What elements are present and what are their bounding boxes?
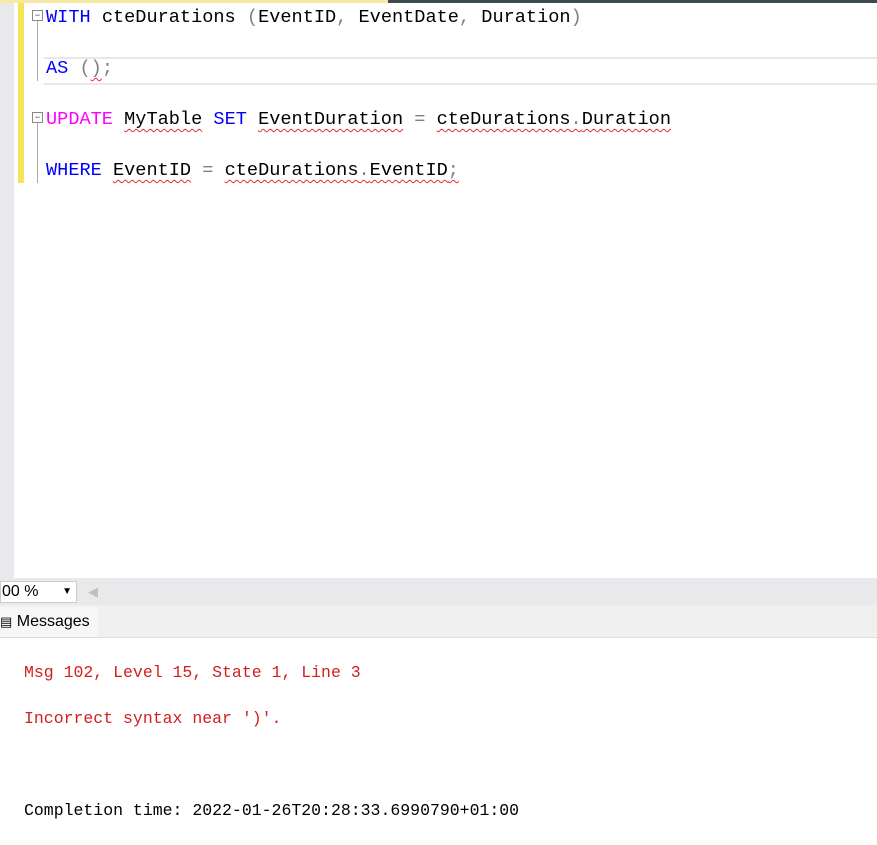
paren: ( (246, 7, 259, 28)
column: EventDuration (258, 109, 404, 130)
error-message: Incorrect syntax near ')'. (24, 709, 282, 728)
cte-ref: cteDurations (224, 160, 359, 181)
comma: , (458, 7, 471, 28)
messages-icon: ▤ (0, 614, 13, 629)
zoom-value: 00 % (2, 583, 39, 600)
dot: . (570, 109, 582, 130)
zoom-bar (0, 578, 877, 605)
keyword: SET (213, 109, 247, 130)
semicolon: ; (101, 58, 114, 79)
cte-ref: cteDurations (436, 109, 571, 130)
keyword: AS (46, 58, 69, 79)
editor-gutter (0, 3, 14, 578)
column: EventID (112, 160, 192, 181)
table-name: MyTable (124, 109, 203, 130)
collapse-icon[interactable]: − (32, 10, 43, 21)
current-line-highlight (44, 57, 877, 85)
column: Duration (581, 109, 671, 130)
cte-name: cteDurations (101, 7, 236, 28)
column: EventID (258, 7, 337, 28)
error-message: Msg 102, Level 15, State 1, Line 3 (24, 663, 361, 682)
code-line-3: UPDATE MyTable SET EventDuration = cteDu… (46, 108, 671, 132)
fold-guide (37, 123, 38, 183)
zoom-select[interactable]: 00 % ▼ (0, 581, 77, 603)
paren: ) (570, 7, 582, 28)
tab-label: Messages (16, 613, 90, 630)
column: EventDate (358, 7, 459, 28)
messages-pane: Msg 102, Level 15, State 1, Line 3 Incor… (24, 638, 519, 845)
error-paren: ) (90, 58, 102, 79)
column: EventID (369, 160, 448, 181)
completion-time: Completion time: 2022-01-26T20:28:33.699… (24, 801, 520, 820)
keyword: WHERE (46, 160, 102, 181)
code-line-1: WITH cteDurations (EventID, EventDate, D… (46, 6, 582, 30)
query-editor[interactable]: − − WITH cteDurations (EventID, EventDat… (24, 3, 877, 578)
keyword: WITH (46, 7, 91, 28)
fold-guide (37, 21, 38, 81)
dot: . (358, 160, 370, 181)
keyword: UPDATE (46, 109, 113, 130)
semicolon: ; (447, 160, 459, 181)
tab-messages[interactable]: ▤ Messages (0, 607, 98, 637)
operator: = (414, 109, 426, 130)
chevron-down-icon: ▼ (62, 586, 72, 597)
scroll-left-icon[interactable]: ◀ (88, 584, 98, 600)
paren: ( (79, 58, 91, 79)
code-line-2: AS (); (46, 57, 113, 81)
collapse-icon[interactable]: − (32, 112, 43, 123)
operator: = (202, 160, 214, 181)
comma: , (336, 7, 348, 28)
column: Duration (481, 7, 571, 28)
code-line-4: WHERE EventID = cteDurations.EventID; (46, 159, 459, 183)
results-tabstrip (0, 605, 877, 638)
